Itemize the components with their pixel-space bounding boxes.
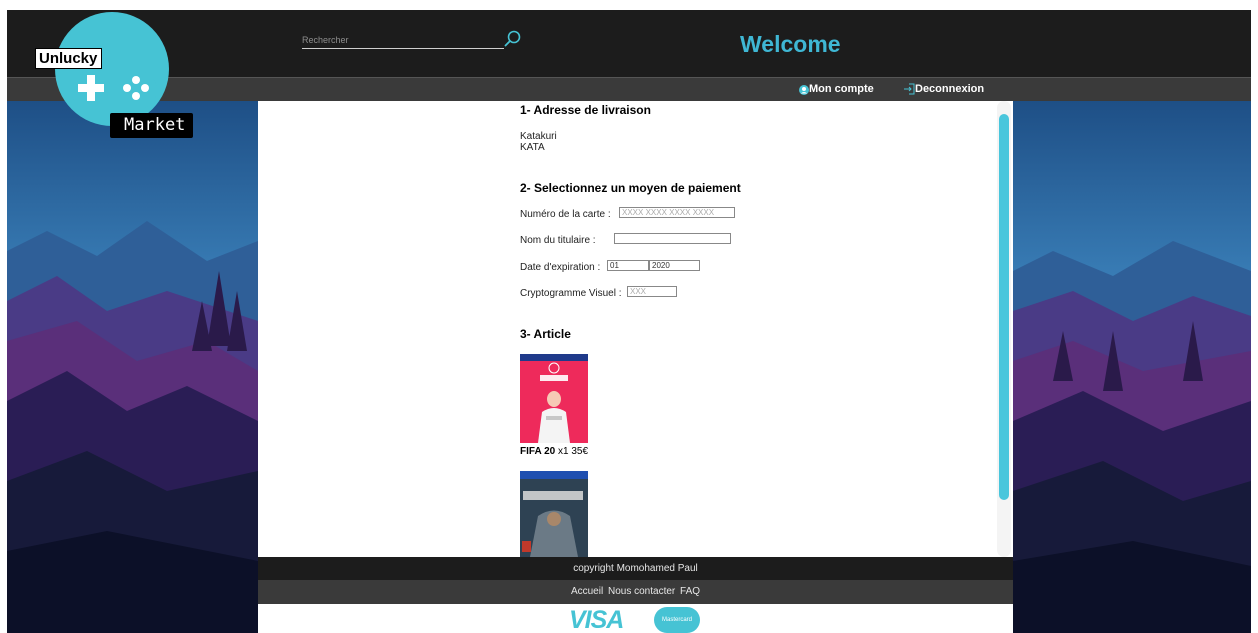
search-icon[interactable] — [504, 30, 522, 48]
cvv-label: Cryptogramme Visuel : — [520, 288, 622, 299]
logout-link[interactable]: Deconnexion — [904, 83, 984, 95]
cvv-input[interactable] — [627, 286, 677, 297]
search-input[interactable] — [302, 35, 492, 45]
expiry-label: Date d'expiration : — [520, 262, 601, 273]
nav-bar — [7, 77, 1251, 101]
expiry-month-input[interactable] — [607, 260, 649, 271]
visa-logo: VISA — [569, 606, 624, 633]
article-item-label: FIFA 20 x1 35€ — [520, 446, 588, 457]
card-number-label: Numéro de la carte : — [520, 209, 611, 220]
footer-link-faq[interactable]: FAQ — [680, 586, 700, 597]
search-bar — [302, 30, 504, 49]
logo-text-unlucky: Unlucky — [35, 48, 103, 69]
articles-heading: 3- Article — [520, 327, 571, 341]
address-line-1: Katakuri — [520, 131, 557, 142]
page-title: Welcome — [740, 31, 841, 57]
card-number-input[interactable] — [619, 207, 735, 218]
card-holder-input[interactable] — [614, 233, 731, 244]
card-holder-label: Nom du titulaire : — [520, 235, 596, 246]
footer-link-contact[interactable]: Nous contacter — [608, 586, 675, 597]
my-account-label: Mon compte — [809, 83, 874, 95]
mastercard-logo: Mastercard — [654, 607, 700, 633]
logo-text-market: Market — [110, 113, 194, 138]
app-frame: Unlucky Market Welcome Mon compte Deconn… — [7, 10, 1251, 633]
scrollbar-thumb[interactable] — [999, 114, 1009, 500]
article-price: 35€ — [571, 446, 589, 457]
article-qty: x1 — [557, 446, 569, 457]
background-landscape-right — [1013, 101, 1251, 633]
footer-link-home[interactable]: Accueil — [571, 586, 603, 597]
article-name: FIFA 20 — [520, 446, 556, 457]
my-account-link[interactable]: Mon compte — [799, 83, 874, 95]
address-line-2: KATA — [520, 142, 545, 153]
checkout-panel: 1- Adresse de livraison Katakuri KATA 2-… — [258, 101, 1013, 557]
fifa-20-cover-image[interactable] — [520, 354, 588, 443]
logout-label: Deconnexion — [915, 83, 985, 95]
background-landscape-left — [7, 101, 258, 633]
footer-payment-logos: VISA Mastercard — [258, 604, 1013, 633]
user-icon — [799, 85, 809, 95]
god-of-war-cover-image[interactable] — [520, 471, 588, 557]
content-scrollbar[interactable] — [997, 101, 1011, 557]
payment-heading: 2- Selectionnez un moyen de paiement — [520, 181, 741, 195]
top-bar — [7, 10, 1251, 77]
logout-icon — [904, 83, 915, 95]
footer-links: Accueil Nous contacter FAQ — [258, 580, 1013, 604]
expiry-year-input[interactable] — [649, 260, 700, 271]
address-heading: 1- Adresse de livraison — [520, 103, 651, 117]
footer-copyright: copyright Momohamed Paul — [258, 557, 1013, 580]
gamepad-icon — [71, 71, 157, 109]
